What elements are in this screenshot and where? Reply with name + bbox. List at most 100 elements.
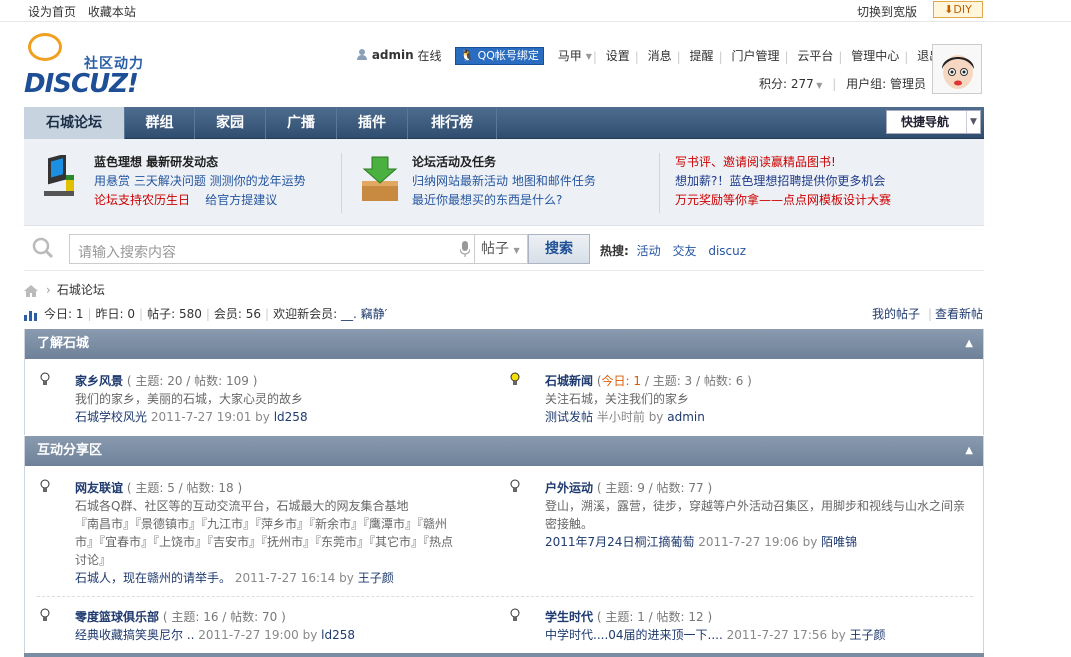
ad-link[interactable]: 给官方提建议: [205, 193, 277, 207]
stat-today: 今日: 1: [44, 307, 84, 321]
usergroup-link[interactable]: 用户组: 管理员: [846, 77, 926, 91]
avatar[interactable]: [932, 44, 982, 94]
last-post-title[interactable]: 中学时代....04届的进来顶一下....: [545, 628, 723, 642]
last-post-title[interactable]: 石城学校风光: [75, 410, 147, 424]
menu-admin-center[interactable]: 管理中心: [851, 49, 899, 63]
forum-name[interactable]: 零度篮球俱乐部: [75, 610, 159, 624]
nav-item-groups[interactable]: 群组: [125, 107, 195, 139]
switch-wide-link[interactable]: 切换到宽版: [857, 3, 917, 20]
hot-link[interactable]: discuz: [708, 244, 746, 258]
stat-yesterday: 昨日: 0: [95, 307, 136, 321]
ad-link[interactable]: 用悬赏 三天解决问题 测测你的龙年运势: [94, 172, 334, 191]
ad-link[interactable]: 写书评、邀请阅读赢精品图书!: [675, 153, 975, 172]
download-arrow-icon: ⬇: [944, 3, 954, 16]
new-posts-link[interactable]: 查看新帖: [935, 306, 983, 322]
menu-cloud[interactable]: 云平台: [797, 49, 833, 63]
forum-name[interactable]: 网友联谊: [75, 481, 123, 495]
ad-title-rd[interactable]: 蓝色理想 最新研发动态: [94, 153, 334, 172]
computer-icon: [38, 153, 82, 203]
forum-today: 今日: 1: [601, 374, 642, 388]
ad-title-activity[interactable]: 论坛活动及任务: [412, 153, 662, 172]
divider: |: [904, 49, 909, 64]
breadcrumb-current[interactable]: 石城论坛: [57, 283, 105, 297]
ad-link[interactable]: 论坛支持农历生日: [94, 193, 190, 207]
diy-label: DIY: [953, 3, 972, 16]
last-post: 测试发帖 半小时前 by admin: [545, 408, 965, 426]
last-post: 石城学校风光 2011-7-27 19:01 by ld258: [75, 408, 495, 426]
collapse-icon[interactable]: ▲: [965, 329, 973, 359]
qq-bind-button[interactable]: 🐧 QQ帐号绑定: [455, 47, 544, 65]
diy-button[interactable]: ⬇DIY: [933, 1, 983, 18]
search-input[interactable]: 请输入搜索内容: [69, 234, 499, 264]
forum-name[interactable]: 石城新闻: [545, 374, 593, 388]
ad-link[interactable]: 最近你最想买的东西是什么?: [412, 191, 662, 210]
microphone-icon[interactable]: [460, 241, 470, 257]
bulb-on-icon: [510, 372, 520, 385]
last-post-time: 2011-7-27 16:14: [234, 571, 336, 585]
menu-settings[interactable]: 设置: [606, 49, 630, 63]
group-header[interactable]: 了解石城 ▲: [25, 329, 983, 359]
forum-name[interactable]: 户外运动: [545, 481, 593, 495]
menu-messages[interactable]: 消息: [648, 49, 672, 63]
last-post: 2011年7月24日桐江摘葡萄 2011-7-27 19:06 by 陌唯锦: [545, 533, 975, 551]
nav-item-plugins[interactable]: 插件: [337, 107, 408, 139]
last-post-title[interactable]: 经典收藏搞笑奥尼尔 ..: [75, 628, 194, 642]
menu-reminders[interactable]: 提醒: [690, 49, 714, 63]
forum-name[interactable]: 家乡风景: [75, 374, 123, 388]
username-link[interactable]: admin: [372, 48, 414, 62]
nav-item-home[interactable]: 家园: [195, 107, 266, 139]
divider: [37, 596, 973, 597]
set-home-link[interactable]: 设为首页: [28, 5, 76, 19]
divider: |: [784, 49, 789, 64]
quick-nav-button[interactable]: 快捷导航 ▼: [886, 110, 981, 134]
chevron-down-icon: ▼: [813, 81, 823, 90]
site-logo[interactable]: 社区动力 DISCUZ!: [24, 33, 164, 99]
last-post-user[interactable]: 王子颜: [850, 628, 886, 642]
stat-posts: 帖子: 580: [147, 307, 202, 321]
nav-item-forum[interactable]: 石城论坛: [24, 107, 125, 139]
online-status: 在线: [417, 49, 442, 63]
points-link[interactable]: 积分: 277: [759, 77, 814, 91]
ad-link[interactable]: 想加薪?！蓝色理想招聘提供你更多机会: [675, 172, 975, 191]
last-post-title[interactable]: 测试发帖: [545, 410, 593, 424]
ad-link[interactable]: 归纳网站最新活动 地图和邮件任务: [412, 172, 662, 191]
last-post-user[interactable]: ld258: [274, 410, 308, 424]
last-post-title[interactable]: 石城人，现在赣州的请举手。: [75, 571, 231, 585]
hot-link[interactable]: 交友: [672, 244, 696, 258]
last-post-user[interactable]: 王子颜: [358, 571, 394, 585]
my-posts-link[interactable]: 我的帖子: [872, 306, 920, 322]
collapse-icon[interactable]: ▲: [965, 436, 973, 466]
last-post-user[interactable]: ld258: [321, 628, 355, 642]
download-box-icon: [358, 155, 402, 203]
by-label: by: [255, 410, 270, 424]
new-member-link[interactable]: __. 竊静′: [341, 307, 387, 321]
divider: |: [832, 77, 837, 91]
bookmark-link[interactable]: 收藏本站: [88, 5, 136, 19]
hot-searches: 热搜: 活动 交友 discuz: [600, 242, 754, 259]
last-post-title[interactable]: 2011年7月24日桐江摘葡萄: [545, 535, 694, 549]
last-post-user[interactable]: 陌唯锦: [821, 535, 857, 549]
forum-counts: ( 主题: 5 / 帖数: 18 ): [126, 481, 243, 495]
forum-name[interactable]: 学生时代: [545, 610, 593, 624]
forum-counts: ( 主题: 1 / 帖数: 12 ): [596, 610, 713, 624]
menu-portal-admin[interactable]: 门户管理: [731, 49, 779, 63]
user-menu: 马甲 ▼| 设置 | 消息 | 提醒 | 门户管理 | 云平台 | 管理中心 | 退出: [554, 47, 945, 64]
home-icon[interactable]: [24, 284, 38, 297]
forum-desc: 石城各Q群、社区等的互动交流平台，石城最大的网友集合基地: [75, 499, 409, 513]
search-button[interactable]: 搜索: [528, 234, 590, 264]
search-type-select[interactable]: 帖子 ▼: [474, 234, 528, 264]
nav-item-ranking[interactable]: 排行榜: [408, 107, 497, 139]
stat-members: 会员: 56: [213, 307, 262, 321]
ad-link[interactable]: 万元奖励等你拿——点点网模板设计大赛: [675, 191, 975, 210]
search-bar: 请输入搜索内容 帖子 ▼ 搜索 热搜: 活动 交友 discuz: [24, 227, 984, 271]
last-post-user[interactable]: admin: [667, 410, 705, 424]
divider: |: [87, 307, 92, 321]
by-label: by: [339, 571, 354, 585]
last-post-time: 半小时前: [596, 410, 645, 424]
menu-majia[interactable]: 马甲: [558, 49, 582, 63]
by-label: by: [648, 410, 664, 424]
forum-desc: 『南昌市』『景德镇市』『九江市』『萍乡市』『新余市』『鹰潭市』『赣州: [75, 517, 448, 531]
hot-link[interactable]: 活动: [637, 244, 661, 258]
group-header[interactable]: 互动分享区 ▲: [25, 436, 983, 466]
nav-item-broadcast[interactable]: 广播: [266, 107, 337, 139]
